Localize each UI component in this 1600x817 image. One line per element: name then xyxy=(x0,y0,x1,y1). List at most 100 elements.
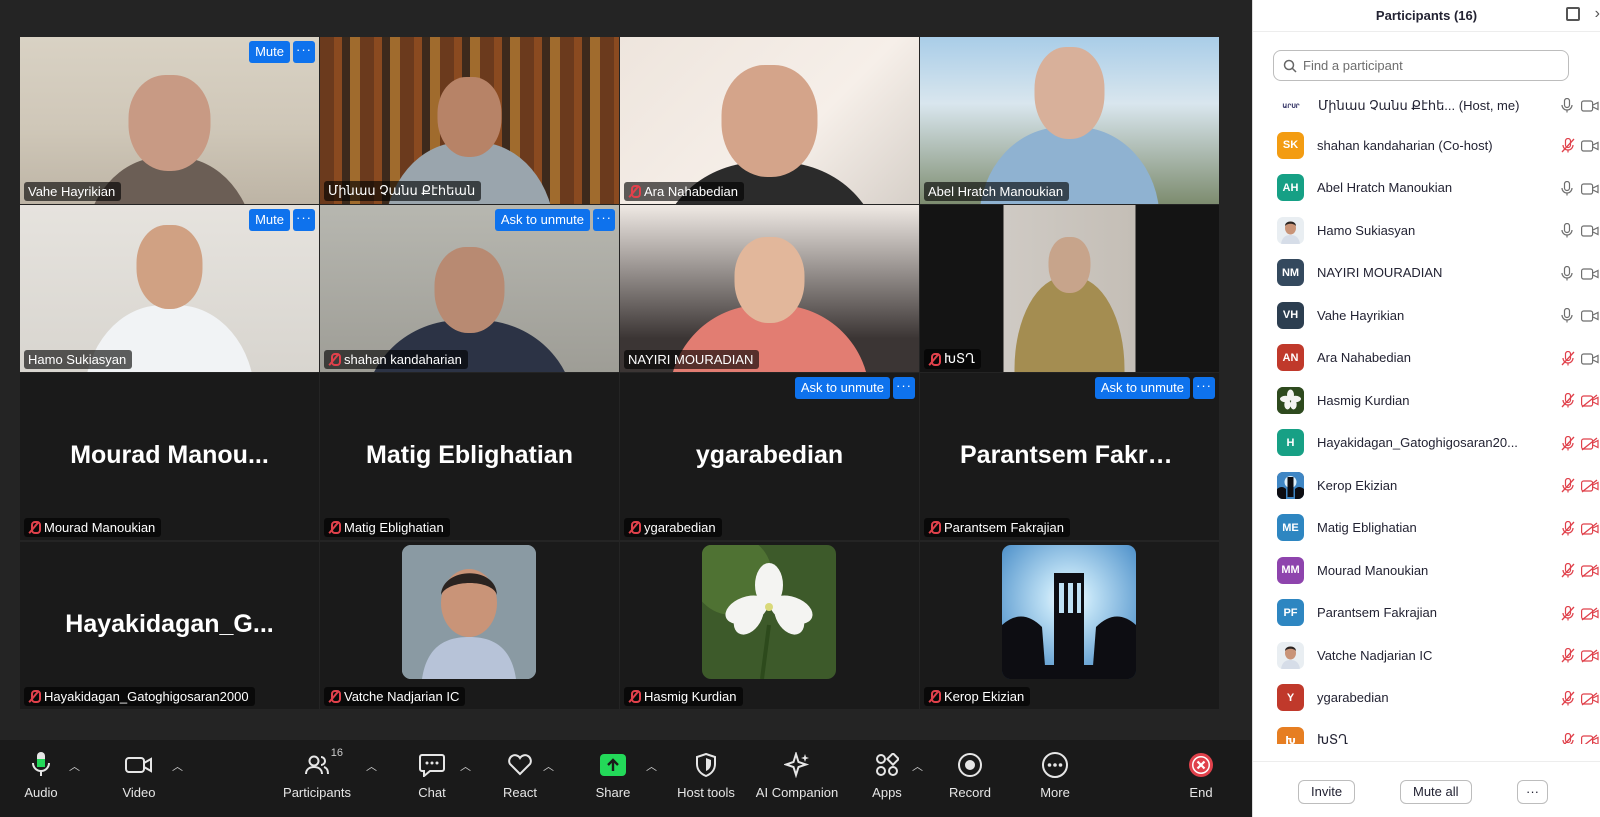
participant-row[interactable]: H Hayakidagan_Gatoghigosaran20... xyxy=(1253,422,1600,465)
record-button[interactable]: Record xyxy=(925,750,1015,800)
participants-button[interactable]: 16 Participants xyxy=(272,747,362,800)
participant-tile[interactable]: ԽՏՂ xyxy=(920,205,1219,372)
ask-to-unmute-button[interactable]: Ask to unmute xyxy=(494,209,590,231)
mic-muted-icon[interactable] xyxy=(1561,477,1575,493)
close-panel-icon[interactable]: › xyxy=(1595,5,1600,23)
share-button[interactable]: Share xyxy=(568,750,658,800)
participant-tile[interactable]: Mute ··· Hamo Sukiasyan xyxy=(20,205,319,372)
video-off-icon[interactable] xyxy=(1581,394,1599,408)
participant-row[interactable]: NM NAYIRI MOURADIAN xyxy=(1253,252,1600,295)
search-input[interactable] xyxy=(1303,58,1543,73)
participant-tile[interactable]: Abel Hratch Manoukian xyxy=(920,37,1219,204)
video-off-icon[interactable] xyxy=(1581,734,1599,744)
tile-more-button[interactable]: ··· xyxy=(293,41,315,63)
participant-row[interactable]: AH Abel Hratch Manoukian xyxy=(1253,167,1600,210)
end-meeting-button[interactable]: End xyxy=(1156,750,1246,800)
react-options-chevron-icon[interactable]: ︿ xyxy=(543,758,554,774)
invite-button[interactable]: Invite xyxy=(1298,780,1356,804)
ai-companion-label: AI Companion xyxy=(755,785,839,800)
chat-options-chevron-icon[interactable]: ︿ xyxy=(460,758,471,774)
participant-tile[interactable]: Mute ··· Vahe Hayrikian xyxy=(20,37,319,204)
microphone-icon[interactable] xyxy=(1561,307,1573,323)
apps-options-chevron-icon[interactable]: ︿ xyxy=(912,758,923,774)
video-camera-icon[interactable] xyxy=(1581,309,1599,322)
video-camera-icon[interactable] xyxy=(1581,352,1599,365)
participant-tile[interactable]: Kerop Ekizian xyxy=(920,542,1219,709)
mic-muted-icon[interactable] xyxy=(1561,520,1575,536)
participant-tile[interactable]: Ask to unmute ··· shahan kandaharian xyxy=(320,205,619,372)
participant-row[interactable]: MM Mourad Manoukian xyxy=(1253,549,1600,592)
participant-row[interactable]: Vatche Nadjarian IC xyxy=(1253,634,1600,677)
participant-tile[interactable]: Parantsem Fakra... Ask to unmute ··· Parant… xyxy=(920,373,1219,540)
video-camera-icon[interactable] xyxy=(1581,99,1599,112)
tile-more-button[interactable]: ··· xyxy=(1193,377,1215,399)
participant-tile[interactable]: Hasmig Kurdian xyxy=(620,542,919,709)
microphone-icon[interactable] xyxy=(1561,180,1573,196)
participant-row[interactable]: ME Matig Eblighatian xyxy=(1253,507,1600,550)
participant-row[interactable]: Hamo Sukiasyan xyxy=(1253,209,1600,252)
participant-row[interactable]: Kerop Ekizian xyxy=(1253,464,1600,507)
more-button[interactable]: More xyxy=(1010,750,1100,800)
mic-muted-icon[interactable] xyxy=(1561,392,1575,408)
video-camera-icon[interactable] xyxy=(1581,224,1599,237)
video-off-icon[interactable] xyxy=(1581,649,1599,663)
microphone-icon[interactable] xyxy=(1561,97,1573,113)
tile-more-button[interactable]: ··· xyxy=(593,209,615,231)
participant-tile[interactable]: Մինաս Չանս Քէհեան xyxy=(320,37,619,204)
mic-muted-icon[interactable] xyxy=(1561,562,1575,578)
video-off-icon[interactable] xyxy=(1581,521,1599,536)
mic-muted-icon[interactable] xyxy=(1561,605,1575,621)
participant-tile[interactable]: Mourad Manou... Mourad Manoukian xyxy=(20,373,319,540)
video-options-chevron-icon[interactable]: ︿ xyxy=(172,758,183,774)
video-off-icon[interactable] xyxy=(1581,436,1599,451)
participant-tile[interactable]: NAYIRI MOURADIAN xyxy=(620,205,919,372)
participant-row[interactable]: Խ ԽՏՂ xyxy=(1253,719,1600,744)
video-label: Video xyxy=(122,785,156,800)
participant-row[interactable]: VH Vahe Hayrikian xyxy=(1253,294,1600,337)
participant-tile[interactable]: Vatche Nadjarian IC xyxy=(320,542,619,709)
participant-row[interactable]: ԱՐՍՐ Մինաս Չանս Քէհե... (Host, me) xyxy=(1253,88,1600,124)
mute-all-button[interactable]: Mute all xyxy=(1400,780,1472,804)
tile-more-button[interactable]: ··· xyxy=(893,377,915,399)
share-options-chevron-icon[interactable]: ︿ xyxy=(646,758,657,774)
video-off-icon[interactable] xyxy=(1581,479,1599,493)
participant-tile[interactable]: ygarabedian Ask to unmute ··· ygarabedian xyxy=(620,373,919,540)
participant-search[interactable] xyxy=(1273,50,1569,81)
mute-button[interactable]: Mute xyxy=(249,209,290,231)
mute-button[interactable]: Mute xyxy=(249,41,290,63)
video-off-icon[interactable] xyxy=(1581,606,1599,621)
participants-options-chevron-icon[interactable]: ︿ xyxy=(366,758,377,774)
video-camera-icon[interactable] xyxy=(1581,267,1599,280)
mic-muted-icon[interactable] xyxy=(1561,435,1575,451)
microphone-icon[interactable] xyxy=(1561,222,1573,238)
microphone-icon[interactable] xyxy=(1561,265,1573,281)
participant-tile[interactable]: Hayakidagan_G... Hayakidagan_Gatoghigosar… xyxy=(20,542,319,709)
video-camera-icon[interactable] xyxy=(1581,182,1599,195)
host-tools-button[interactable]: Host tools xyxy=(661,750,751,800)
popout-icon[interactable] xyxy=(1566,7,1580,21)
participant-row[interactable]: Yygarabedian xyxy=(1253,677,1600,720)
participant-row[interactable]: PF Parantsem Fakrajian xyxy=(1253,592,1600,635)
mic-muted-icon xyxy=(628,185,641,198)
video-button[interactable]: Video xyxy=(94,750,184,800)
video-off-icon[interactable] xyxy=(1581,564,1599,578)
mic-muted-icon xyxy=(628,690,641,703)
tile-more-button[interactable]: ··· xyxy=(293,209,315,231)
mic-muted-icon[interactable] xyxy=(1561,137,1575,153)
participant-row[interactable]: AN Ara Nahabedian xyxy=(1253,337,1600,380)
mic-muted-icon[interactable] xyxy=(1561,732,1575,744)
participant-tile[interactable]: Ara Nahabedian xyxy=(620,37,919,204)
ai-companion-button[interactable]: AI Companion xyxy=(752,750,842,800)
mic-muted-icon[interactable] xyxy=(1561,647,1575,663)
mic-muted-icon[interactable] xyxy=(1561,690,1575,706)
panel-more-button[interactable]: ··· xyxy=(1517,780,1548,804)
participant-row[interactable]: SK shahan kandaharian (Co-host) xyxy=(1253,124,1600,167)
ask-to-unmute-button[interactable]: Ask to unmute xyxy=(1094,377,1190,399)
audio-options-chevron-icon[interactable]: ︿ xyxy=(69,758,80,774)
mic-muted-icon[interactable] xyxy=(1561,350,1575,366)
participant-row[interactable]: Hasmig Kurdian xyxy=(1253,379,1600,422)
participant-tile[interactable]: Matig Eblighatian Matig Eblighatian xyxy=(320,373,619,540)
video-camera-icon[interactable] xyxy=(1581,139,1599,152)
video-off-icon[interactable] xyxy=(1581,691,1599,706)
ask-to-unmute-button[interactable]: Ask to unmute xyxy=(794,377,890,399)
